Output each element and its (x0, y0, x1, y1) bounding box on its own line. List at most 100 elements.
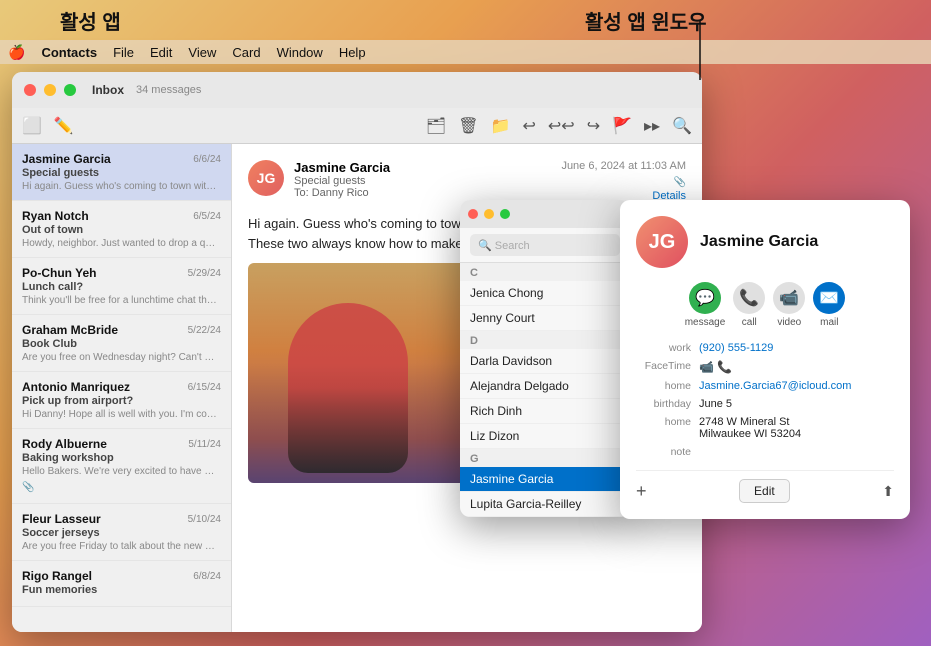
menubar-contacts[interactable]: Contacts (41, 45, 97, 60)
contacts-search-area: 🔍 Search (460, 228, 630, 263)
email-subject: Lunch call? (22, 281, 221, 293)
menubar-view[interactable]: View (188, 45, 216, 60)
info-value-birthday: June 5 (699, 398, 894, 410)
email-preview: Hello Bakers. We're very excited to have… (22, 466, 217, 477)
contact-item-jenica[interactable]: Jenica Chong (460, 281, 630, 306)
forward-icon[interactable]: ↪ (587, 116, 600, 136)
section-header-c: C (460, 263, 630, 281)
video-label: video (777, 317, 801, 328)
info-label-address: home (636, 416, 691, 428)
sender-name: Rigo Rangel (22, 569, 92, 583)
contacts-close[interactable] (468, 209, 478, 219)
search-input[interactable]: 🔍 Search (470, 234, 620, 256)
contact-item-jenny[interactable]: Jenny Court (460, 306, 630, 331)
email-subject: Special guests (22, 167, 221, 179)
email-list: Jasmine Garcia 6/6/24 Special guests Hi … (12, 144, 232, 632)
email-subject: Fun memories (22, 584, 221, 596)
compose-icon[interactable]: ⬜ (22, 116, 42, 136)
add-contact-button[interactable]: + (636, 481, 647, 502)
email-header: JG Jasmine Garcia Special guests To: Dan… (248, 160, 686, 202)
sender-name: Jasmine Garcia (22, 152, 111, 166)
info-value-work[interactable]: (920) 555-1129 (699, 342, 894, 354)
email-subject: Baking workshop (22, 452, 221, 464)
flag-icon[interactable]: 🚩 (612, 116, 632, 136)
facetime-video-icon[interactable]: 📹 (699, 360, 714, 374)
info-value-email[interactable]: Jasmine.Garcia67@icloud.com (699, 380, 894, 392)
contacts-maximize[interactable] (500, 209, 510, 219)
sender-name: Ryan Notch (22, 209, 89, 223)
email-item-antonio[interactable]: Antonio Manriquez 6/15/24 Pick up from a… (12, 372, 231, 429)
menubar-edit[interactable]: Edit (150, 45, 172, 60)
edit-contact-button[interactable]: Edit (739, 479, 790, 503)
contact-item-darla[interactable]: Darla Davidson (460, 349, 630, 374)
email-meta: Jasmine Garcia Special guests To: Danny … (294, 160, 551, 199)
reply-all-icon[interactable]: ↩↩ (548, 116, 575, 136)
active-app-window-annotation: 활성 앱 윈도우 (585, 6, 707, 35)
email-subject: Book Club (22, 338, 221, 350)
message-label: message (685, 317, 726, 328)
email-from: Jasmine Garcia (294, 160, 551, 175)
contact-item-liz[interactable]: Liz Dizon (460, 424, 630, 449)
contact-action-buttons: 💬 message 📞 call 📹 video ✉️ mail (636, 282, 894, 328)
contacts-list-window: 🔍 Search C Jenica Chong Jenny Court D Da… (460, 200, 630, 517)
archive2-icon[interactable]: 🗂 (426, 116, 446, 136)
active-app-annotation: 활성 앱 (60, 6, 121, 35)
info-label-work: work (636, 342, 691, 354)
minimize-button[interactable] (44, 84, 56, 96)
reply-icon[interactable]: ↩ (522, 116, 535, 136)
email-preview: Are you free Friday to talk about the ne… (22, 541, 217, 552)
email-date: 5/10/24 (188, 514, 221, 525)
inbox-title: Inbox (92, 83, 124, 97)
attachment-icon: 📎 (22, 482, 34, 493)
video-icon: 📹 (773, 282, 805, 314)
email-item-jasmine[interactable]: Jasmine Garcia 6/6/24 Special guests Hi … (12, 144, 231, 201)
close-button[interactable] (24, 84, 36, 96)
message-action[interactable]: 💬 message (685, 282, 726, 328)
video-action[interactable]: 📹 video (773, 282, 805, 328)
sender-name: Rody Albuerne (22, 437, 107, 451)
contact-detail-footer: + Edit ⬆ (636, 470, 894, 503)
contact-detail-panel: JG Jasmine Garcia 💬 message 📞 call 📹 vid… (620, 200, 910, 519)
info-label-birthday: birthday (636, 398, 691, 410)
email-item-ryan[interactable]: Ryan Notch 6/5/24 Out of town Howdy, nei… (12, 201, 231, 258)
info-row-note: note (636, 446, 894, 458)
contact-item-alejandra[interactable]: Alejandra Delgado (460, 374, 630, 399)
contact-item-jasmine[interactable]: Jasmine Garcia (460, 467, 630, 492)
contact-full-name: Jasmine Garcia (700, 233, 818, 251)
email-attachment-indicator: 📎 (674, 177, 686, 188)
share-contact-button[interactable]: ⬆ (882, 483, 894, 500)
contacts-minimize[interactable] (484, 209, 494, 219)
contact-item-lupita[interactable]: Lupita Garcia-Reilley (460, 492, 630, 517)
mail-icon: ✉️ (813, 282, 845, 314)
sender-name: Po-Chun Yeh (22, 266, 96, 280)
more-icon[interactable]: ▸▸ (644, 116, 660, 136)
email-item-pochun[interactable]: Po-Chun Yeh 5/29/24 Lunch call? Think yo… (12, 258, 231, 315)
menubar-help[interactable]: Help (339, 45, 366, 60)
trash-icon[interactable]: 🗑 (458, 116, 478, 136)
call-action[interactable]: 📞 call (733, 282, 765, 328)
email-to: To: Danny Rico (294, 187, 551, 199)
mail-toolbar: ⬜ ✏️ 🗂 🗑 📁 ↩ ↩↩ ↪ 🚩 ▸▸ 🔍 (12, 108, 702, 144)
email-item-graham[interactable]: Graham McBride 5/22/24 Book Club Are you… (12, 315, 231, 372)
email-timestamp: June 6, 2024 at 11:03 AM (561, 160, 686, 172)
email-item-rody[interactable]: Rody Albuerne 5/11/24 Baking workshop He… (12, 429, 231, 504)
email-subject: Pick up from airport? (22, 395, 221, 407)
search-icon[interactable]: 🔍 (672, 116, 692, 136)
email-item-rigo[interactable]: Rigo Rangel 6/8/24 Fun memories (12, 561, 231, 607)
email-item-fleur[interactable]: Fleur Lasseur 5/10/24 Soccer jerseys Are… (12, 504, 231, 561)
move-icon[interactable]: 📁 (491, 116, 511, 136)
maximize-button[interactable] (64, 84, 76, 96)
mail-action[interactable]: ✉️ mail (813, 282, 845, 328)
mail-label: mail (820, 317, 838, 328)
info-label-email: home (636, 380, 691, 392)
apple-menu-icon[interactable]: 🍎 (8, 44, 25, 61)
menubar-file[interactable]: File (113, 45, 134, 60)
facetime-phone-icon[interactable]: 📞 (717, 360, 732, 374)
menubar-window[interactable]: Window (277, 45, 323, 60)
menubar-card[interactable]: Card (232, 45, 260, 60)
info-value-facetime[interactable]: 📹 📞 (699, 360, 894, 374)
email-date: 5/29/24 (188, 268, 221, 279)
archive-icon[interactable]: ✏️ (54, 116, 74, 136)
info-row-facetime: FaceTime 📹 📞 (636, 360, 894, 374)
contact-item-rich[interactable]: Rich Dinh (460, 399, 630, 424)
